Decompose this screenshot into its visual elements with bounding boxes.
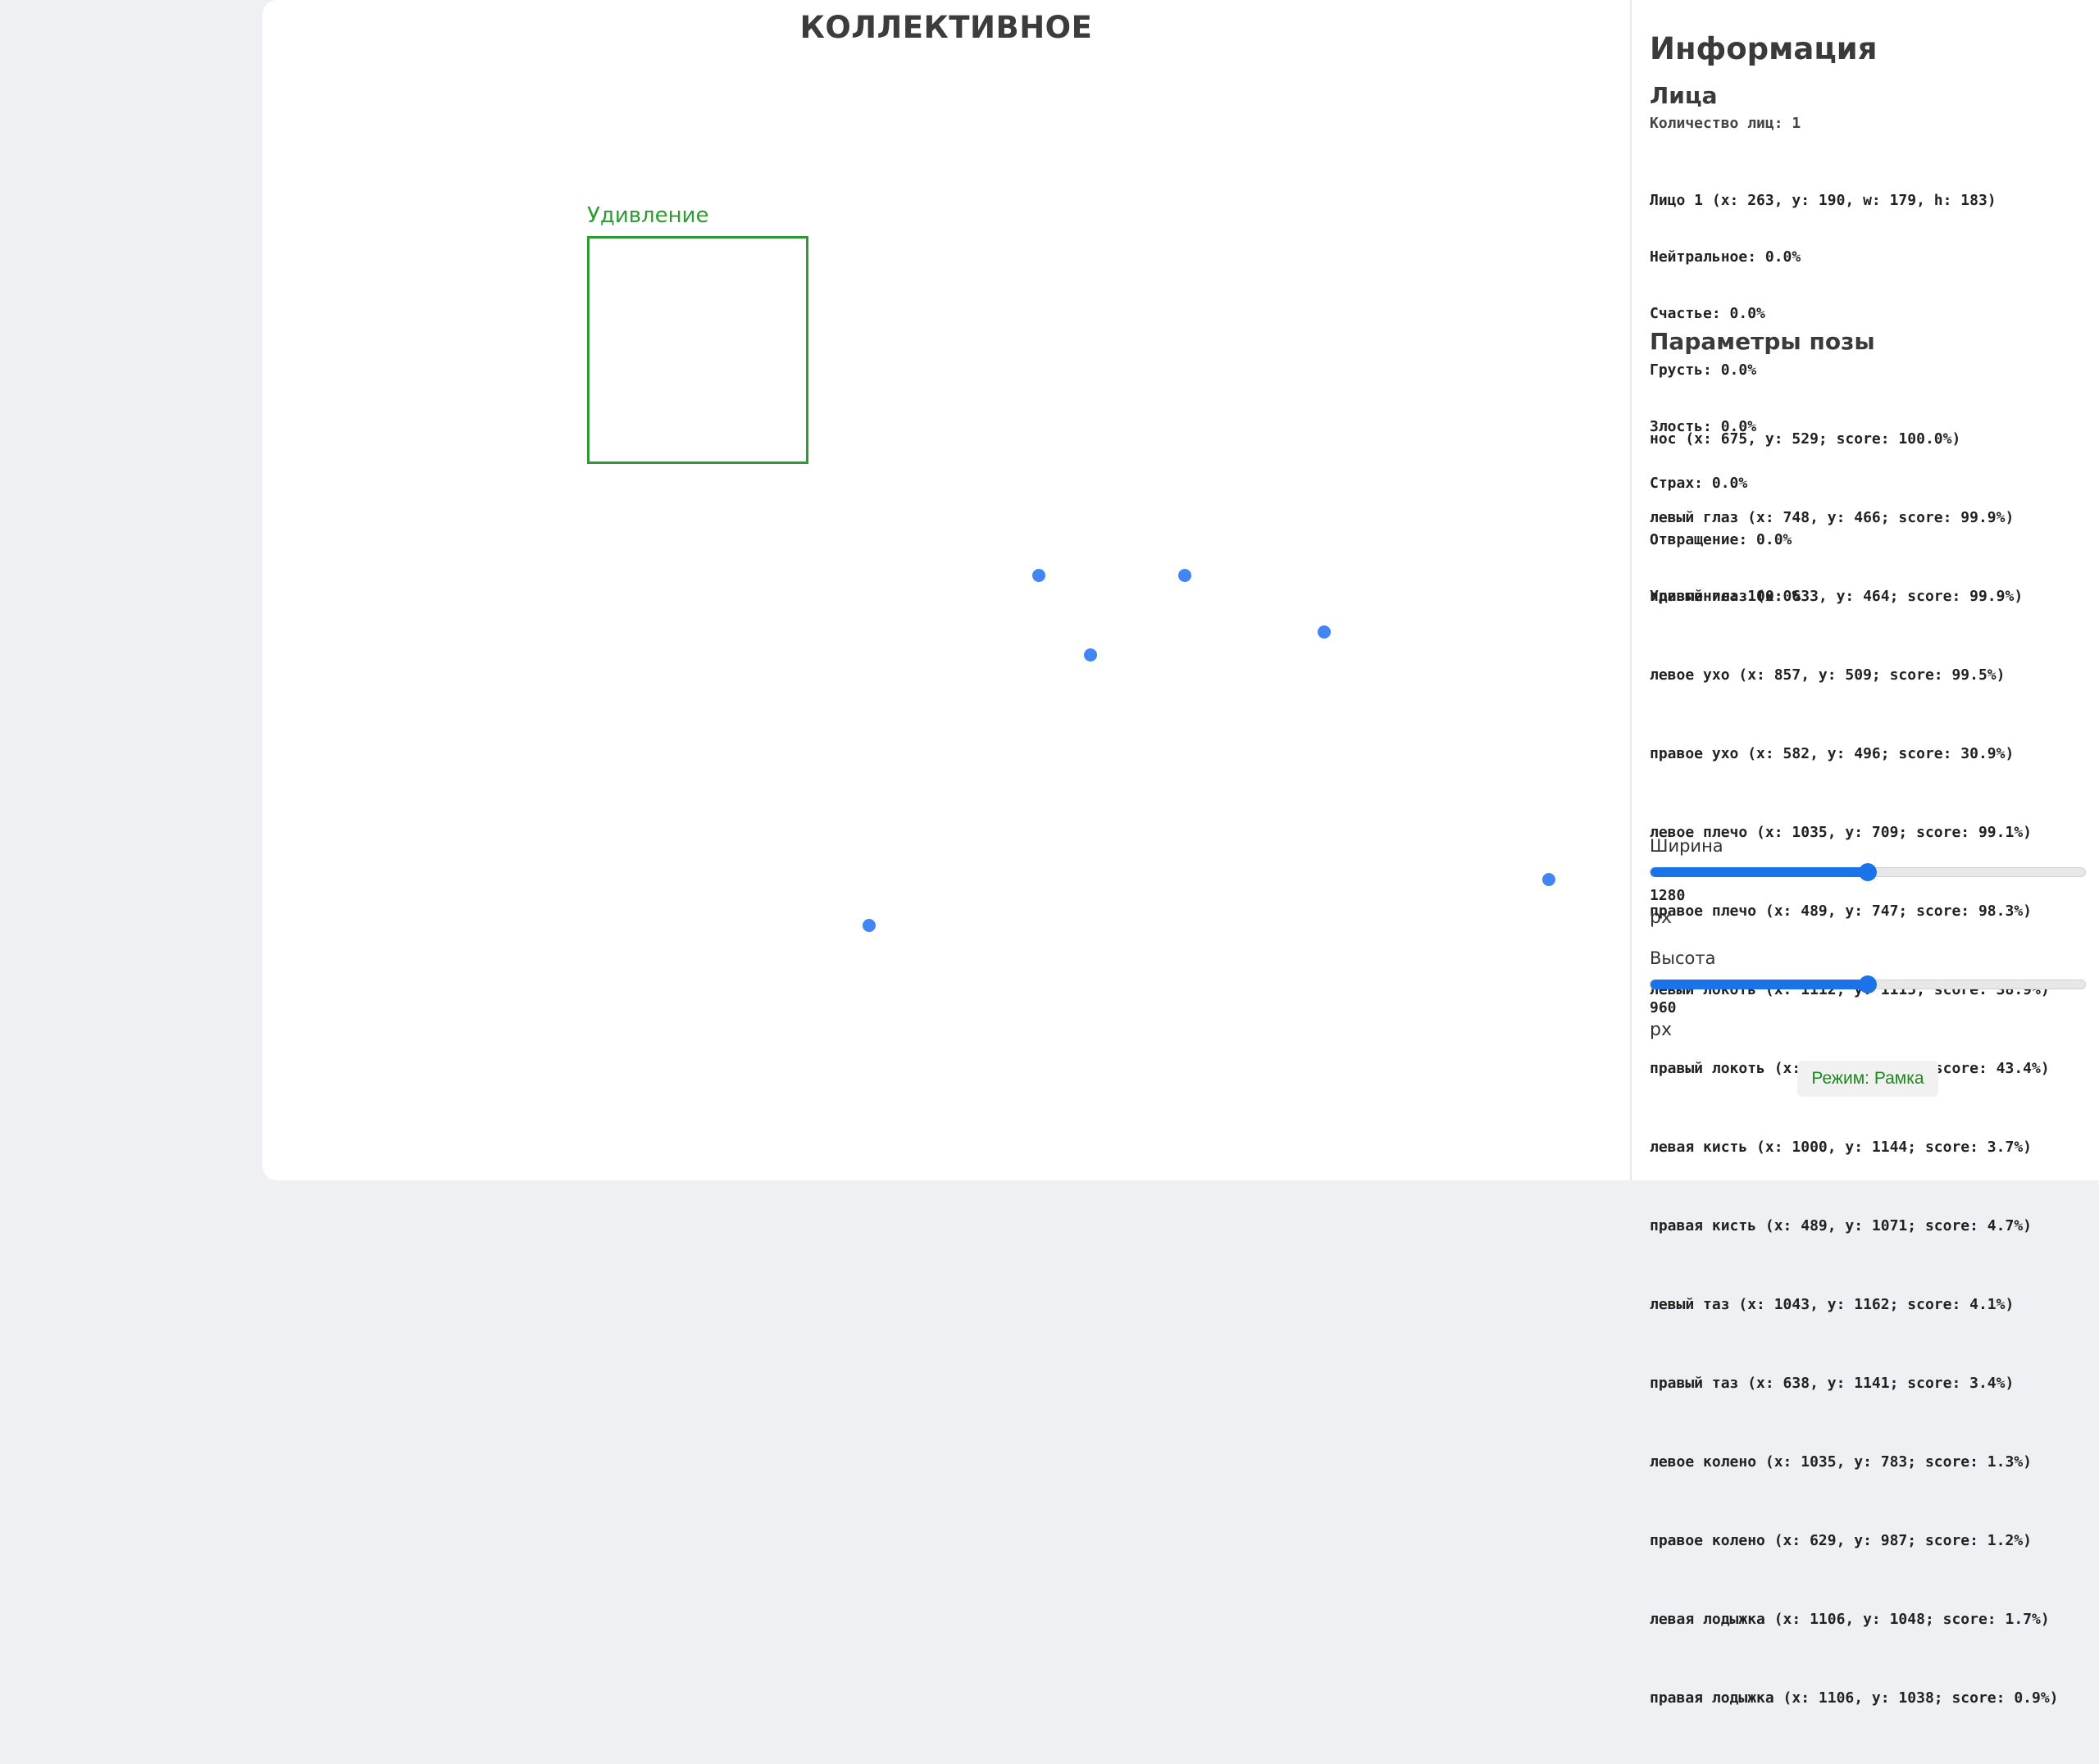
pose-keypoint — [1084, 648, 1097, 662]
width-label: Ширина — [1650, 836, 1723, 856]
pose-line: левая кисть (x: 1000, y: 1144; score: 3.… — [1650, 1139, 2032, 1156]
height-control: Высота 960 px — [1650, 948, 2086, 1040]
face-line: Счастье: 0.0% — [1650, 305, 1765, 322]
faces-count: Количество лиц: 1 — [1650, 115, 1801, 132]
pose-keypoint — [863, 919, 876, 932]
faces-heading: Лица — [1650, 82, 1718, 109]
mode-toggle-button[interactable]: Режим: Рамка — [1797, 1061, 1938, 1097]
face-bounding-box — [587, 236, 808, 464]
pose-line: нос (x: 675, y: 529; score: 100.0%) — [1650, 430, 1961, 448]
pose-line: правое ухо (x: 582, y: 496; score: 30.9%… — [1650, 745, 2015, 762]
pose-line: правая кисть (x: 489, y: 1071; score: 4.… — [1650, 1217, 2032, 1234]
width-slider-fill — [1651, 867, 1868, 877]
width-slider-thumb[interactable] — [1859, 863, 1877, 881]
page-title: КОЛЛЕКТИВНОЕ — [799, 10, 1093, 45]
height-slider-thumb[interactable] — [1859, 975, 1877, 993]
pose-line: левая лодыжка (x: 1106, y: 1048; score: … — [1650, 1611, 2050, 1628]
pose-heading: Параметры позы — [1650, 328, 1875, 355]
height-slider[interactable] — [1650, 975, 2086, 993]
width-slider[interactable] — [1650, 863, 2086, 881]
face-line: Лицо 1 (x: 263, y: 190, w: 179, h: 183) — [1650, 192, 1997, 209]
face-line: Нейтральное: 0.0% — [1650, 248, 1801, 266]
pose-line: правая лодыжка (x: 1106, y: 1038; score:… — [1650, 1689, 2059, 1707]
pose-line: правое колено (x: 629, y: 987; score: 1.… — [1650, 1532, 2032, 1549]
pose-line: правый глаз (x: 633, y: 464; score: 99.9… — [1650, 588, 2024, 605]
pose-line: правый таз (x: 638, y: 1141; score: 3.4%… — [1650, 1375, 2015, 1392]
height-label: Высота — [1650, 948, 1716, 968]
pose-keypoint — [1032, 569, 1045, 582]
face-box-label: Удивление — [587, 203, 709, 228]
pose-line: левый глаз (x: 748, y: 466; score: 99.9%… — [1650, 509, 2015, 526]
height-unit: px — [1650, 1020, 1672, 1040]
pose-line: левое колено (x: 1035, y: 783; score: 1.… — [1650, 1453, 2032, 1471]
video-canvas: КОЛЛЕКТИВНОЕ Удивление — [262, 0, 1630, 1180]
info-panel: Информация Лица Количество лиц: 1 Лицо 1… — [1630, 0, 2099, 1707]
width-value: 1280 — [1650, 887, 1686, 904]
height-value: 960 — [1650, 999, 1677, 1016]
width-control: Ширина 1280 px — [1650, 836, 2086, 928]
pose-keypoint — [1542, 873, 1555, 886]
pose-keypoint — [1318, 625, 1331, 639]
info-title: Информация — [1650, 31, 1878, 66]
height-slider-fill — [1651, 980, 1868, 989]
width-unit: px — [1650, 907, 1672, 928]
pose-line: левый таз (x: 1043, y: 1162; score: 4.1%… — [1650, 1296, 2015, 1313]
pose-keypoint — [1178, 569, 1191, 582]
pose-line: левое ухо (x: 857, y: 509; score: 99.5%) — [1650, 666, 2006, 684]
